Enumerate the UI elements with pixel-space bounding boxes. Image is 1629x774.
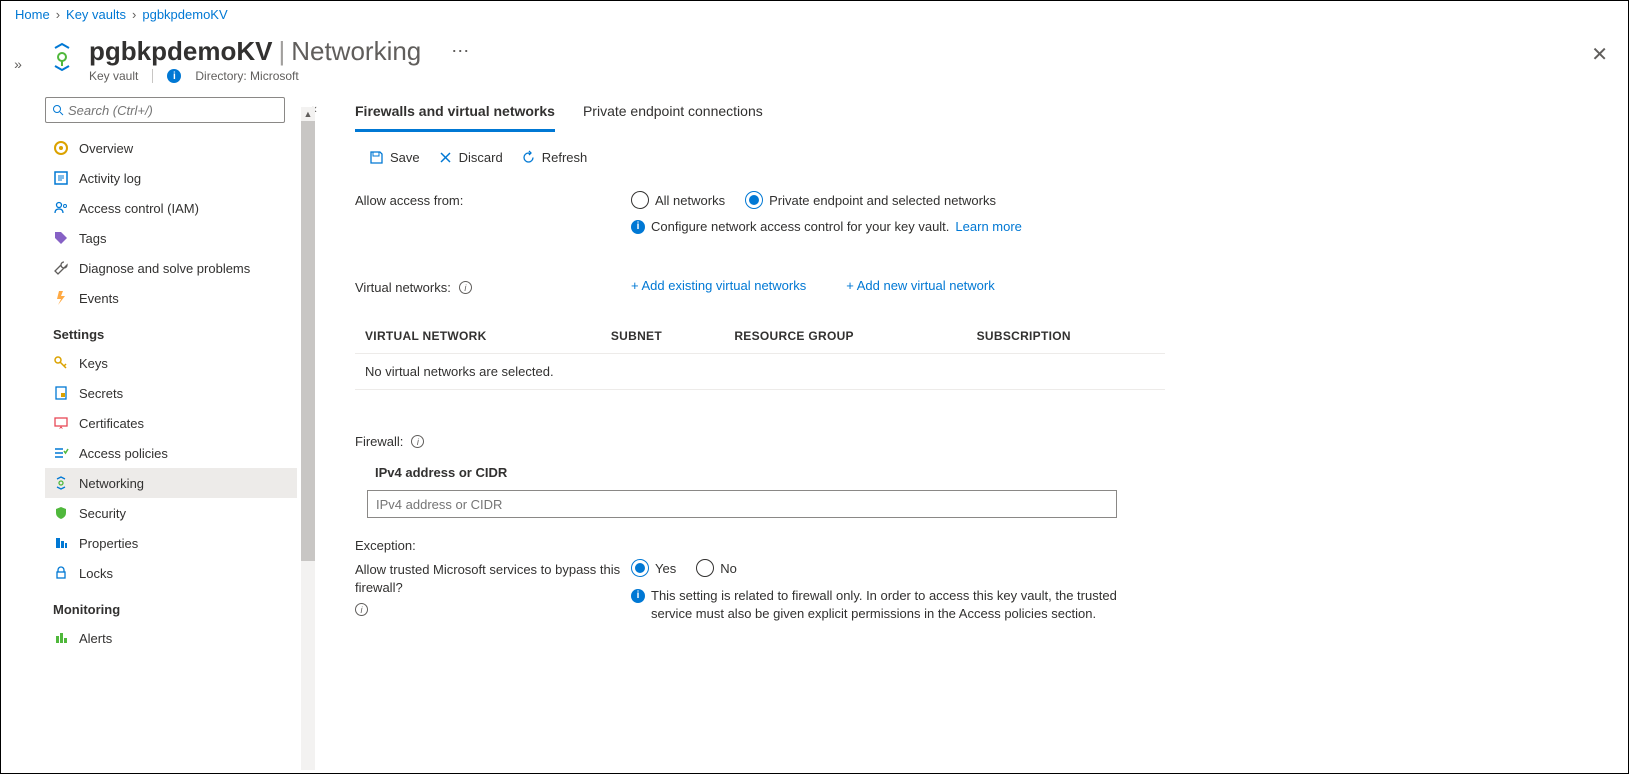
save-button[interactable]: Save [369, 150, 420, 165]
secret-icon [53, 385, 69, 401]
title-divider: | [278, 36, 285, 67]
discard-button[interactable]: Discard [438, 150, 503, 165]
tag-icon [53, 230, 69, 246]
sidebar-item-security[interactable]: Security [45, 498, 297, 528]
search-input[interactable] [45, 97, 285, 123]
sidebar-item-locks[interactable]: Locks [45, 558, 297, 588]
radio-all-networks[interactable]: All networks [631, 191, 725, 209]
radio-bypass-no[interactable]: No [696, 559, 737, 577]
sidebar-item-overview[interactable]: Overview [45, 133, 297, 163]
sidebar-item-diagnose[interactable]: Diagnose and solve problems [45, 253, 297, 283]
page-title-resource: pgbkpdemoKV [89, 36, 272, 67]
log-icon [53, 170, 69, 186]
add-existing-vnet-link[interactable]: + Add existing virtual networks [631, 278, 806, 293]
save-icon [369, 150, 384, 165]
tab-firewalls[interactable]: Firewalls and virtual networks [355, 97, 555, 132]
certificate-icon [53, 415, 69, 431]
breadcrumb-keyvaults[interactable]: Key vaults [66, 7, 126, 22]
iam-icon [53, 200, 69, 216]
info-icon: i [631, 589, 645, 603]
info-icon: i [631, 220, 645, 234]
chevron-right-icon: › [132, 7, 136, 22]
sidebar-item-iam[interactable]: Access control (IAM) [45, 193, 297, 223]
col-sub: SUBSCRIPTION [967, 319, 1165, 354]
page-title-section: Networking [291, 36, 421, 67]
more-actions-button[interactable]: ⋯ [451, 41, 469, 62]
sidebar-item-keys[interactable]: Keys [45, 348, 297, 378]
sidebar-item-secrets[interactable]: Secrets [45, 378, 297, 408]
properties-icon [53, 535, 69, 551]
sidebar-item-events[interactable]: Events [45, 283, 297, 313]
sidebar-header-settings: Settings [45, 313, 297, 348]
close-button[interactable]: ✕ [1581, 36, 1618, 73]
learn-more-link[interactable]: Learn more [955, 219, 1021, 234]
breadcrumb-home[interactable]: Home [15, 7, 50, 22]
col-vnet: VIRTUAL NETWORK [355, 319, 601, 354]
tab-private-endpoints[interactable]: Private endpoint connections [583, 97, 763, 132]
events-icon [53, 290, 69, 306]
expand-menu-button[interactable]: » [1, 28, 35, 770]
table-row: No virtual networks are selected. [355, 354, 1165, 390]
alerts-icon [53, 630, 69, 646]
resource-type-label: Key vault [89, 69, 138, 83]
keyvault-icon [45, 40, 79, 74]
info-outline-icon[interactable]: i [459, 281, 472, 294]
discard-icon [438, 150, 453, 165]
info-outline-icon[interactable]: i [411, 435, 424, 448]
scroll-up-icon[interactable]: ▲ [301, 107, 315, 121]
policies-icon [53, 445, 69, 461]
sidebar-item-alerts[interactable]: Alerts [45, 623, 297, 653]
col-rg: RESOURCE GROUP [724, 319, 966, 354]
radio-bypass-yes[interactable]: Yes [631, 559, 676, 577]
breadcrumb: Home › Key vaults › pgbkpdemoKV [1, 1, 1628, 28]
sidebar-item-properties[interactable]: Properties [45, 528, 297, 558]
firewall-label: Firewall: [355, 434, 403, 449]
vnet-label: Virtual networks: [355, 280, 451, 295]
lock-icon [53, 565, 69, 581]
info-outline-icon[interactable]: i [355, 603, 368, 616]
sidebar-item-policies[interactable]: Access policies [45, 438, 297, 468]
breadcrumb-resource[interactable]: pgbkpdemoKV [142, 7, 227, 22]
networking-icon [53, 475, 69, 491]
wrench-icon [53, 260, 69, 276]
chevron-right-icon: › [56, 7, 60, 22]
sidebar-item-activity[interactable]: Activity log [45, 163, 297, 193]
cidr-input[interactable] [367, 490, 1117, 518]
cidr-column-header: IPv4 address or CIDR [355, 455, 1618, 490]
info-icon: i [167, 69, 181, 83]
directory-label: Directory: Microsoft [195, 69, 298, 83]
sidebar-item-certificates[interactable]: Certificates [45, 408, 297, 438]
exception-info-text: This setting is related to firewall only… [651, 587, 1121, 622]
sidebar-scrollbar[interactable]: ▲ ▼ [301, 121, 315, 770]
shield-icon [53, 505, 69, 521]
overview-icon [53, 140, 69, 156]
refresh-button[interactable]: Refresh [521, 150, 588, 165]
exception-header: Exception: [355, 518, 1618, 559]
key-icon [53, 355, 69, 371]
empty-state: No virtual networks are selected. [355, 354, 1165, 390]
col-subnet: SUBNET [601, 319, 724, 354]
sidebar-item-networking[interactable]: Networking [45, 468, 297, 498]
radio-selected-networks[interactable]: Private endpoint and selected networks [745, 191, 996, 209]
access-info-text: Configure network access control for you… [651, 219, 949, 234]
refresh-icon [521, 150, 536, 165]
vnet-table: VIRTUAL NETWORK SUBNET RESOURCE GROUP SU… [355, 319, 1165, 390]
allow-access-label: Allow access from: [355, 191, 631, 208]
bypass-label: Allow trusted Microsoft services to bypa… [355, 561, 631, 597]
search-icon [52, 104, 64, 116]
sidebar-item-tags[interactable]: Tags [45, 223, 297, 253]
add-new-vnet-link[interactable]: + Add new virtual network [846, 278, 995, 293]
sidebar-header-monitoring: Monitoring [45, 588, 297, 623]
